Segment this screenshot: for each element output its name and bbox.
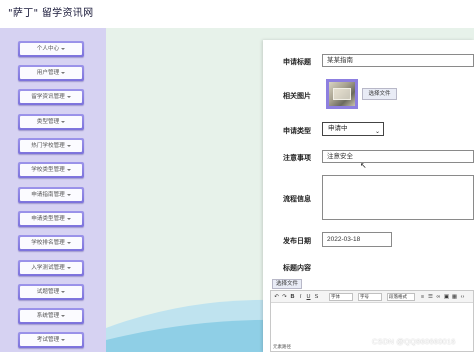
sidebar-item-label: 申请类型管理 <box>31 216 65 222</box>
notes-label: 注意事项 <box>283 155 311 162</box>
sidebar-item-questions[interactable]: 试题管理 <box>18 284 84 300</box>
strikethrough-icon[interactable]: S <box>313 293 320 301</box>
caret-down-icon <box>66 241 71 244</box>
sidebar-item-label: 申请指南管理 <box>31 192 65 198</box>
link-icon[interactable]: ∞ <box>435 293 442 301</box>
sidebar-item-school-types[interactable]: 学校类型管理 <box>18 162 84 178</box>
font-family-select[interactable]: 字体 <box>329 293 353 301</box>
content-choose-file-button[interactable]: 选择文件 <box>272 279 302 289</box>
date-input[interactable]: 2022-03-18 <box>322 232 392 247</box>
sidebar: 个人中心 用户管理 留学资讯管理 类型管理 热门学校管理 学校类型管理 申请指南… <box>0 28 106 352</box>
redo-icon[interactable]: ↷ <box>281 293 288 301</box>
caret-down-icon <box>66 144 71 147</box>
sidebar-item-study-abroad-news[interactable]: 留学资讯管理 <box>18 89 84 105</box>
choose-file-button[interactable]: 选择文件 <box>362 88 397 100</box>
sidebar-item-popular-schools[interactable]: 热门学校管理 <box>18 138 84 154</box>
image-label: 相关图片 <box>283 93 311 100</box>
sidebar-item-personal-center[interactable]: 个人中心 <box>18 41 84 57</box>
caret-down-icon <box>66 266 71 269</box>
list-icon[interactable]: ☰ <box>427 293 434 301</box>
caret-down-icon <box>61 338 66 341</box>
chevron-down-icon: ⌄ <box>374 129 380 135</box>
caret-down-icon <box>61 47 66 50</box>
type-select[interactable]: 申请中 ⌄ <box>322 122 384 136</box>
editor-toolbar: ↶ ↷ B I U S 字体 字号 段落格式 ≡ ☰ ∞ ▣ ▦ ‹› <box>271 291 473 303</box>
sidebar-item-label: 学校排名管理 <box>31 240 65 246</box>
header: "萨丁" 留学资讯网 <box>0 0 474 28</box>
table-icon[interactable]: ▦ <box>451 293 458 301</box>
content-label: 标题内容 <box>283 265 311 272</box>
caret-down-icon <box>61 314 66 317</box>
sidebar-item-label: 热门学校管理 <box>31 143 65 149</box>
type-label: 申请类型 <box>283 128 311 135</box>
paragraph-format-select[interactable]: 段落格式 <box>387 293 415 301</box>
bold-icon[interactable]: B <box>289 293 296 301</box>
align-icon[interactable]: ≡ <box>419 293 426 301</box>
sidebar-item-label: 考试管理 <box>36 337 60 343</box>
notes-input[interactable]: 注意安全 <box>322 150 474 163</box>
sidebar-item-types[interactable]: 类型管理 <box>18 114 84 130</box>
sidebar-item-label: 入学测试管理 <box>31 265 65 271</box>
sidebar-item-application-guides[interactable]: 申请指南管理 <box>18 187 84 203</box>
watermark: CSDN @QQ860660016 <box>372 337 456 346</box>
caret-down-icon <box>66 168 71 171</box>
sidebar-item-exams[interactable]: 考试管理 <box>18 332 84 348</box>
process-label: 流程信息 <box>283 196 311 203</box>
date-label: 发布日期 <box>283 238 311 245</box>
code-icon[interactable]: ‹› <box>459 293 466 301</box>
type-select-value: 申请中 <box>328 125 348 132</box>
title-label: 申请标题 <box>283 59 311 66</box>
caret-down-icon <box>66 193 71 196</box>
mouse-cursor-icon: ↖ <box>360 161 367 170</box>
image-icon[interactable]: ▣ <box>443 293 450 301</box>
sidebar-item-school-rankings[interactable]: 学校排名管理 <box>18 235 84 251</box>
sidebar-item-label: 学校类型管理 <box>31 167 65 173</box>
caret-down-icon <box>61 120 66 123</box>
editor-status-path: 元素路径 <box>273 344 291 349</box>
sidebar-item-label: 个人中心 <box>36 46 60 52</box>
process-textarea[interactable] <box>322 175 474 220</box>
caret-down-icon <box>61 290 66 293</box>
sidebar-item-label: 系统管理 <box>36 313 60 319</box>
caret-down-icon <box>66 217 71 220</box>
sidebar-item-system[interactable]: 系统管理 <box>18 308 84 324</box>
sidebar-item-label: 类型管理 <box>36 119 60 125</box>
underline-icon[interactable]: U <box>305 293 312 301</box>
sidebar-item-entrance-tests[interactable]: 入学测试管理 <box>18 260 84 276</box>
undo-icon[interactable]: ↶ <box>273 293 280 301</box>
italic-icon[interactable]: I <box>297 293 304 301</box>
site-title: "萨丁" 留学资讯网 <box>8 8 94 19</box>
sidebar-item-label: 用户管理 <box>36 70 60 76</box>
sidebar-item-application-types[interactable]: 申请类型管理 <box>18 211 84 227</box>
sidebar-item-label: 留学资讯管理 <box>31 94 65 100</box>
sidebar-item-users[interactable]: 用户管理 <box>18 65 84 81</box>
font-size-select[interactable]: 字号 <box>358 293 382 301</box>
sidebar-item-label: 试题管理 <box>36 289 60 295</box>
image-thumbnail <box>326 79 358 109</box>
caret-down-icon <box>61 71 66 74</box>
caret-down-icon <box>66 95 71 98</box>
title-input[interactable]: 某某指南 <box>322 54 474 67</box>
